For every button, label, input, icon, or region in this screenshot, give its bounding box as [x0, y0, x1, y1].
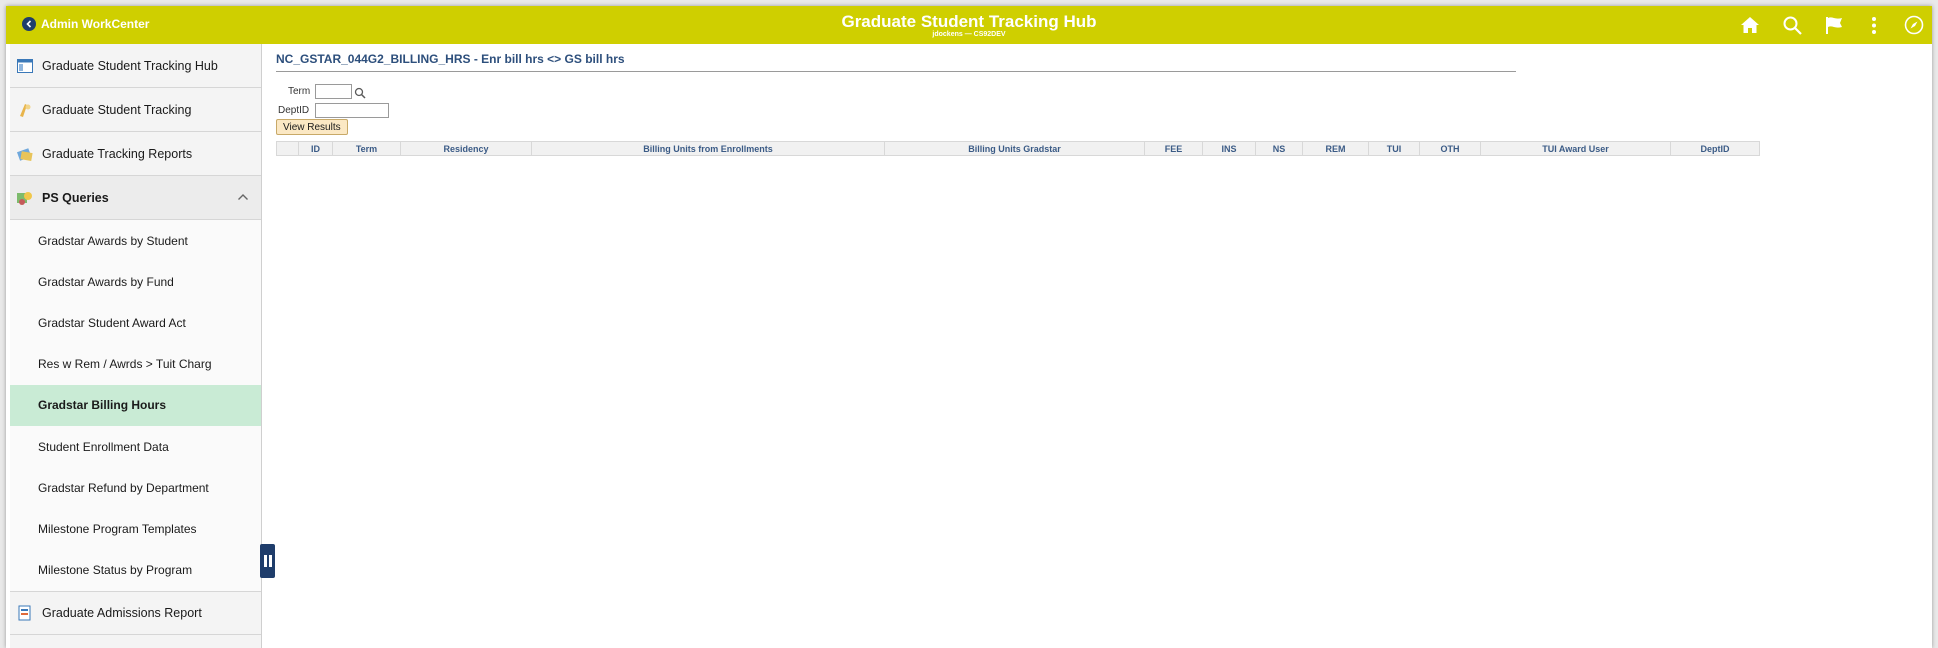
column-header-rem[interactable]: REM [1302, 141, 1369, 156]
chevron-up-icon [237, 190, 249, 204]
lookup-icon[interactable] [354, 86, 366, 104]
navbar-icon[interactable] [1902, 13, 1926, 37]
sidebar-subitem-milestone-templates[interactable]: Milestone Program Templates [10, 508, 261, 550]
sidebar: Graduate Student Tracking Hub Graduate S… [10, 44, 262, 648]
sidebar-item-label: Graduate Tracking Reports [42, 146, 193, 161]
deptid-label: DeptID [278, 105, 310, 116]
sidebar-subitem-enrollment-data[interactable]: Student Enrollment Data [10, 425, 261, 468]
main-content: NC_GSTAR_044G2_BILLING_HRS - Enr bill hr… [276, 44, 1926, 644]
column-header-tui[interactable]: TUI [1368, 141, 1420, 156]
header-title-block: Graduate Student Tracking Hub jdockens —… [6, 13, 1932, 39]
more-icon[interactable] [1862, 13, 1886, 37]
sidebar-item-tracking-hub[interactable]: Graduate Student Tracking Hub [10, 44, 261, 88]
sidebar-item-label: Graduate Admissions Report [42, 605, 202, 620]
column-header-deptid[interactable]: DeptID [1670, 141, 1760, 156]
home-icon[interactable] [1738, 13, 1762, 37]
hub-icon [16, 57, 34, 75]
sidebar-subitem-awards-by-student[interactable]: Gradstar Awards by Student [10, 220, 261, 262]
column-header-blank [276, 141, 299, 156]
sidebar-collapse-handle[interactable] [260, 544, 275, 578]
column-header-ins[interactable]: INS [1202, 141, 1256, 156]
page-subtitle: jdockens — CS92DEV [932, 31, 1006, 38]
sidebar-item-label: Graduate Student Tracking [42, 102, 192, 117]
page-title: Graduate Student Tracking Hub [841, 12, 1097, 31]
column-header-residency[interactable]: Residency [400, 141, 532, 156]
sidebar-subitem-milestone-status[interactable]: Milestone Status by Program [10, 549, 261, 591]
header-actions [1738, 6, 1932, 44]
tracking-icon [16, 101, 34, 119]
sidebar-item-label: Graduate Student Tracking Hub [42, 58, 218, 73]
sidebar-subitem-student-award-act[interactable]: Gradstar Student Award Act [10, 302, 261, 344]
column-header-billing-units-gradstar[interactable]: Billing Units Gradstar [884, 141, 1145, 156]
flag-icon[interactable] [1822, 13, 1846, 37]
search-icon[interactable] [1780, 13, 1804, 37]
pause-bar-icon [268, 555, 272, 567]
pause-bar-icon [263, 555, 267, 567]
column-header-oth[interactable]: OTH [1419, 141, 1481, 156]
grid-header-row: ID Term Residency Billing Units from Enr… [276, 141, 1760, 156]
column-header-fee[interactable]: FEE [1144, 141, 1203, 156]
column-header-billing-units-enrollments[interactable]: Billing Units from Enrollments [531, 141, 885, 156]
term-input[interactable] [315, 84, 352, 99]
query-heading: NC_GSTAR_044G2_BILLING_HRS - Enr bill hr… [276, 52, 625, 66]
app-header: Admin WorkCenter Graduate Student Tracki… [6, 6, 1932, 44]
sidebar-group-ps-queries[interactable]: PS Queries [10, 176, 261, 220]
deptid-input[interactable] [315, 103, 389, 118]
app-window: Admin WorkCenter Graduate Student Tracki… [6, 6, 1932, 648]
sidebar-item-student-tracking[interactable]: Graduate Student Tracking [10, 88, 261, 132]
view-results-button[interactable]: View Results [276, 119, 348, 135]
column-header-id[interactable]: ID [298, 141, 333, 156]
term-label: Term [288, 86, 311, 97]
sidebar-subitem-billing-hours[interactable]: Gradstar Billing Hours [10, 384, 261, 426]
column-header-ns[interactable]: NS [1255, 141, 1303, 156]
column-header-tui-award-user[interactable]: TUI Award User [1480, 141, 1671, 156]
admissions-icon [16, 604, 34, 622]
sidebar-group-label: PS Queries [42, 190, 109, 205]
reports-icon [16, 145, 34, 163]
sidebar-subitem-res-rem-awards[interactable]: Res w Rem / Awrds > Tuit Charg [10, 343, 261, 385]
heading-divider [276, 71, 1516, 72]
sidebar-item-tracking-reports[interactable]: Graduate Tracking Reports [10, 132, 261, 176]
queries-icon [16, 189, 34, 207]
sidebar-subitem-awards-by-fund[interactable]: Gradstar Awards by Fund [10, 261, 261, 303]
column-header-term[interactable]: Term [332, 141, 401, 156]
results-grid: ID Term Residency Billing Units from Enr… [276, 141, 1760, 156]
sidebar-item-admissions-report[interactable]: Graduate Admissions Report [10, 590, 261, 635]
sidebar-subitem-refund-by-department[interactable]: Gradstar Refund by Department [10, 467, 261, 509]
